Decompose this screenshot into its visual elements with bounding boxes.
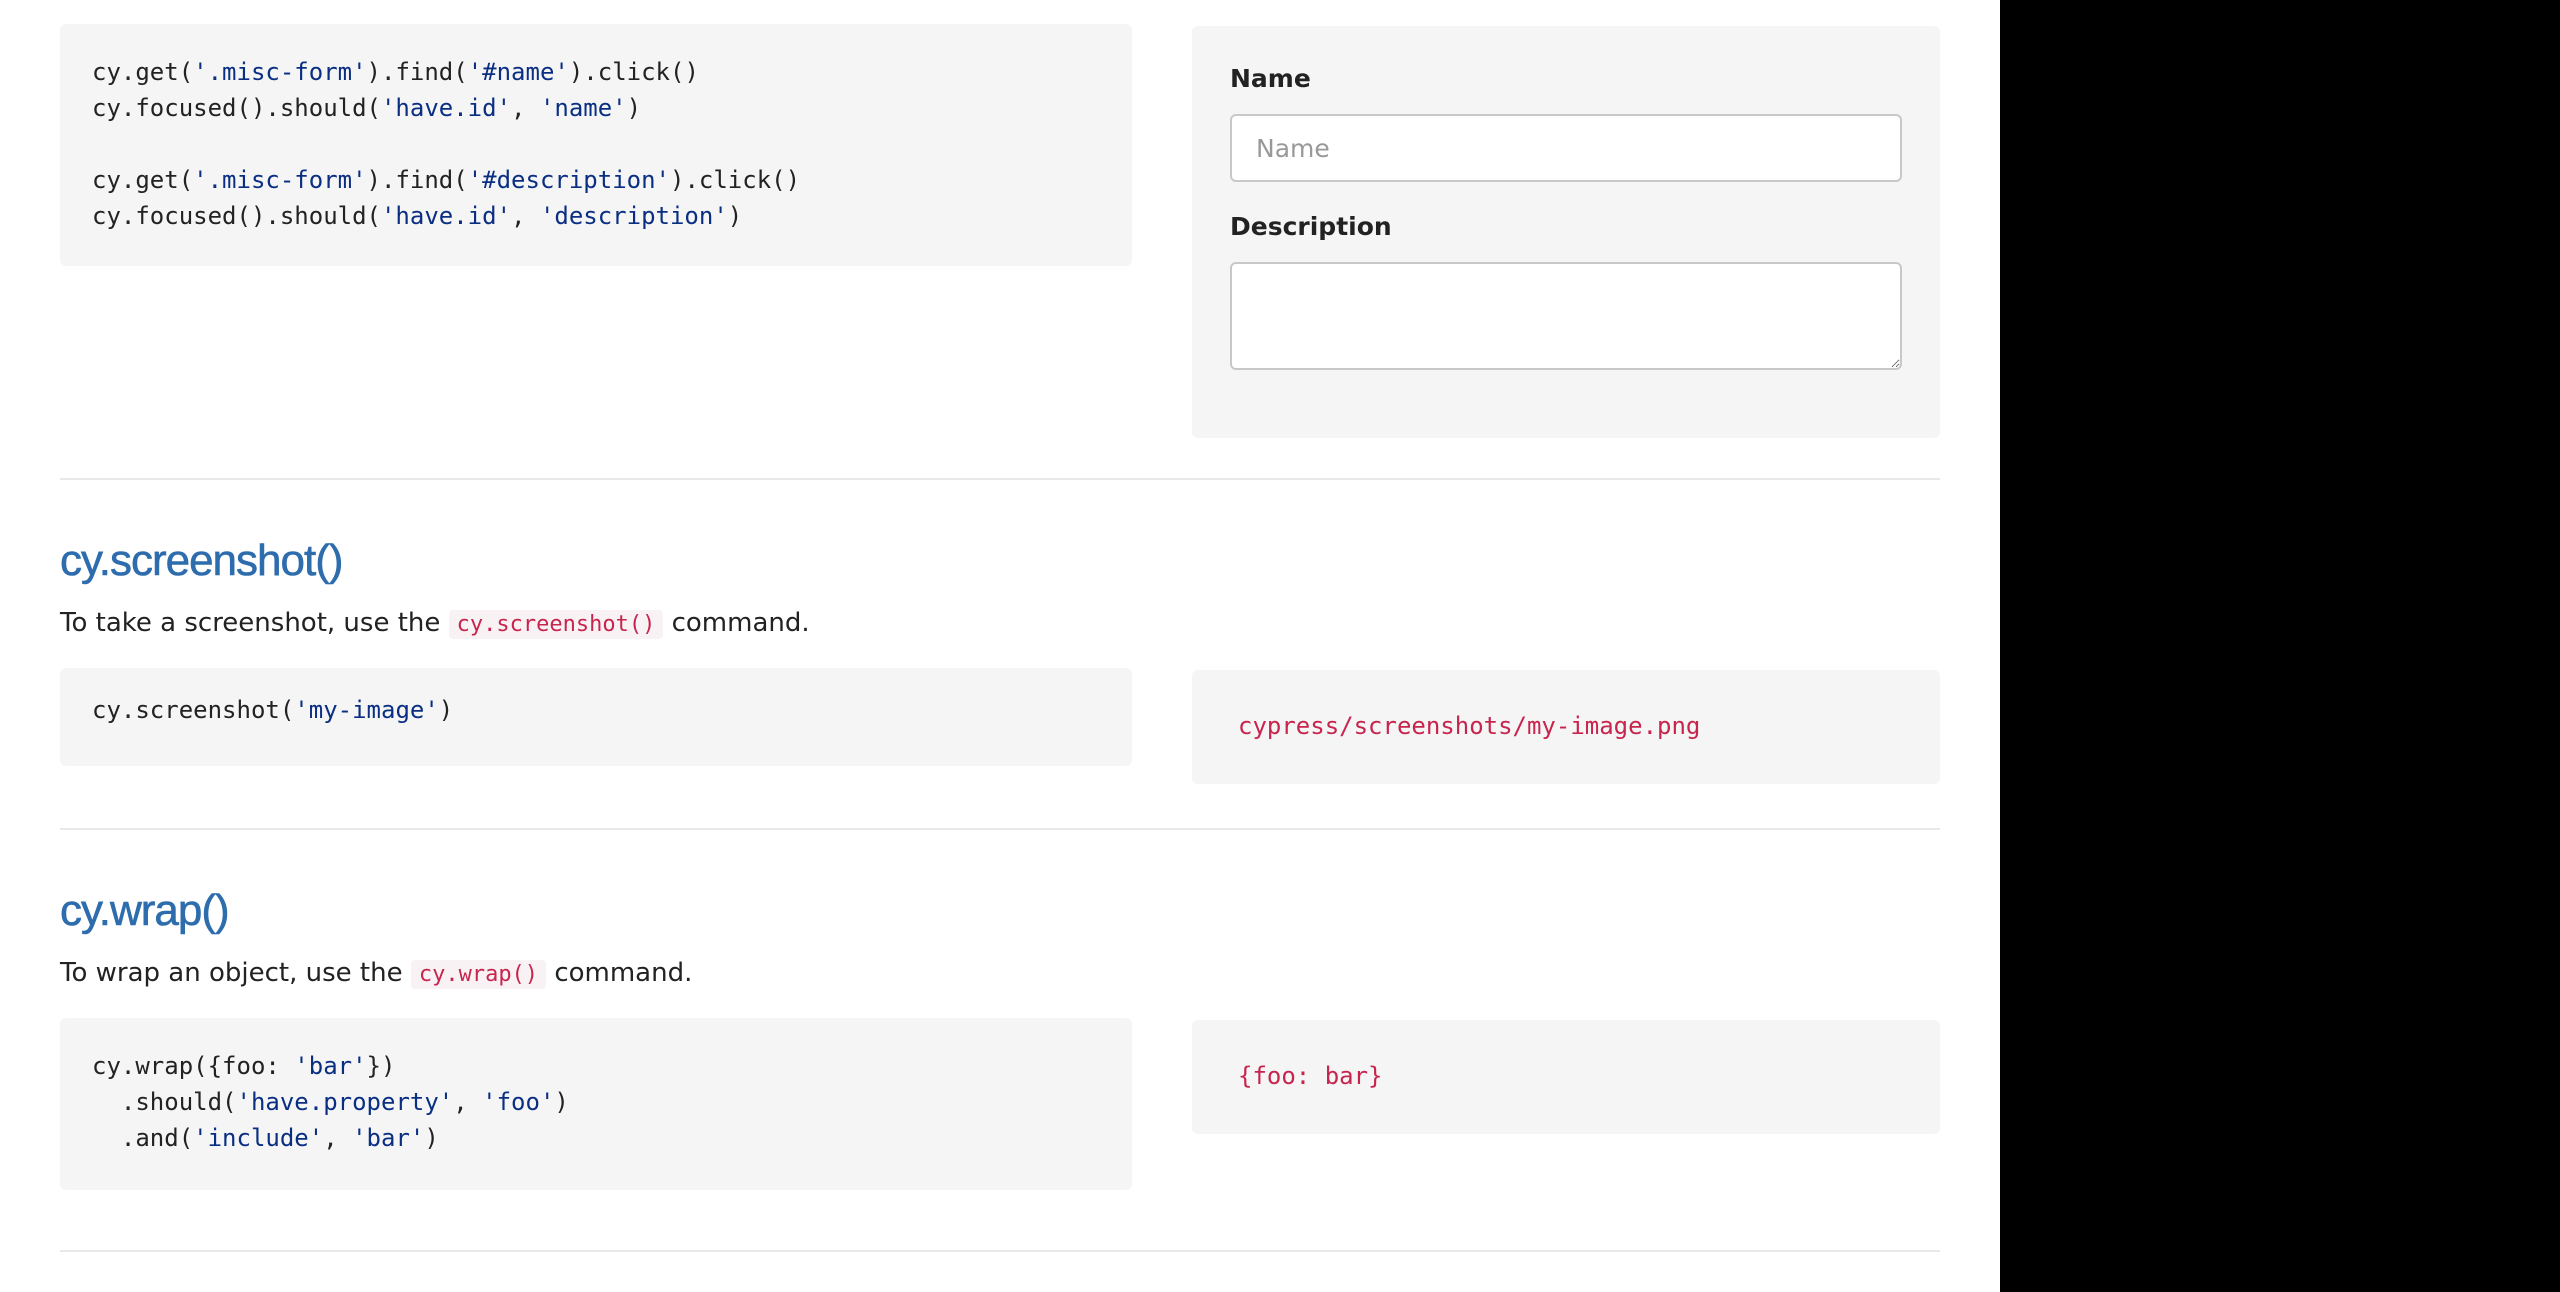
- code-string: 'bar': [294, 1052, 367, 1080]
- code-string: 'foo': [482, 1088, 555, 1116]
- code-string: '.misc-form': [193, 166, 367, 194]
- code-text: }): [366, 1052, 396, 1080]
- code-text: ).find(: [366, 58, 468, 86]
- section-description-wrap: To wrap an object, use the cy.wrap() com…: [60, 958, 693, 989]
- code-block-wrap: cy.wrap({foo: 'bar'}) .should('have.prop…: [60, 1018, 1132, 1190]
- description-textarea[interactable]: [1230, 262, 1902, 370]
- code-text: cy.get(: [92, 58, 194, 86]
- code-text: ): [424, 1124, 439, 1152]
- code-line: cy.get('.misc-form').find('#description'…: [92, 162, 1132, 198]
- code-string: 'my-image': [294, 696, 439, 724]
- code-line: cy.wrap({foo: 'bar'}): [92, 1048, 1132, 1084]
- code-string: 'name': [539, 94, 627, 122]
- name-label: Name: [1230, 64, 1311, 93]
- code-string: 'have.property': [236, 1088, 454, 1116]
- code-text: cy.get(: [92, 166, 194, 194]
- code-line: .and('include', 'bar'): [92, 1120, 1132, 1156]
- misc-form: Name Description: [1192, 26, 1940, 438]
- code-text: cy.wrap({foo:: [92, 1052, 295, 1080]
- code-text: .should(: [92, 1088, 237, 1116]
- code-text: ,: [511, 94, 540, 122]
- description-text: command.: [546, 958, 693, 988]
- code-string: 'bar': [352, 1124, 425, 1152]
- name-input[interactable]: [1230, 114, 1902, 182]
- section-description-screenshot: To take a screenshot, use the cy.screens…: [60, 608, 810, 639]
- code-string: 'include': [193, 1124, 324, 1152]
- inline-code: cy.wrap(): [410, 960, 547, 989]
- section-divider: [60, 1250, 1940, 1252]
- code-string: 'description': [539, 202, 728, 230]
- code-text: ).click(): [568, 58, 699, 86]
- description-text: command.: [663, 608, 810, 638]
- result-box-screenshot: cypress/screenshots/my-image.png: [1192, 670, 1940, 784]
- result-text: cypress/screenshots/my-image.png: [1238, 712, 1701, 740]
- section-divider: [60, 828, 1940, 830]
- code-text: ): [554, 1088, 569, 1116]
- code-text: ): [727, 202, 743, 230]
- code-block-focused: cy.get('.misc-form').find('#name').click…: [60, 24, 1132, 266]
- code-string: 'have.id': [380, 202, 512, 230]
- code-text: cy.focused().should(: [92, 94, 381, 122]
- code-block-screenshot: cy.screenshot('my-image'): [60, 668, 1132, 766]
- code-string: '.misc-form': [193, 58, 367, 86]
- code-text: ).click(): [670, 166, 801, 194]
- section-title-screenshot: cy.screenshot(): [60, 536, 344, 586]
- code-line: cy.get('.misc-form').find('#name').click…: [92, 54, 1132, 90]
- code-string: 'have.id': [380, 94, 512, 122]
- code-text: .and(: [92, 1124, 194, 1152]
- result-text: {foo: bar}: [1238, 1062, 1383, 1090]
- page: cy.get('.misc-form').find('#name').click…: [0, 0, 2000, 1292]
- description-text: To take a screenshot, use the: [60, 608, 449, 638]
- code-text: cy.focused().should(: [92, 202, 381, 230]
- code-text: ).find(: [366, 166, 468, 194]
- description-text: To wrap an object, use the: [60, 958, 411, 988]
- code-text: ): [626, 94, 642, 122]
- code-line: cy.focused().should('have.id', 'name'): [92, 90, 1132, 126]
- section-divider: [60, 478, 1940, 480]
- code-string: '#name': [467, 58, 569, 86]
- code-line: cy.screenshot('my-image'): [92, 692, 1132, 728]
- description-label: Description: [1230, 212, 1392, 241]
- code-text: ): [438, 696, 454, 724]
- code-text: ,: [453, 1088, 483, 1116]
- result-box-wrap: {foo: bar}: [1192, 1020, 1940, 1134]
- code-text: ,: [323, 1124, 353, 1152]
- code-line: cy.focused().should('have.id', 'descript…: [92, 198, 1132, 234]
- inline-code: cy.screenshot(): [448, 610, 664, 639]
- section-title-wrap: cy.wrap(): [60, 886, 230, 936]
- code-text: ,: [511, 202, 540, 230]
- code-line: .should('have.property', 'foo'): [92, 1084, 1132, 1120]
- code-text: cy.screenshot(: [92, 696, 295, 724]
- code-string: '#description': [467, 166, 670, 194]
